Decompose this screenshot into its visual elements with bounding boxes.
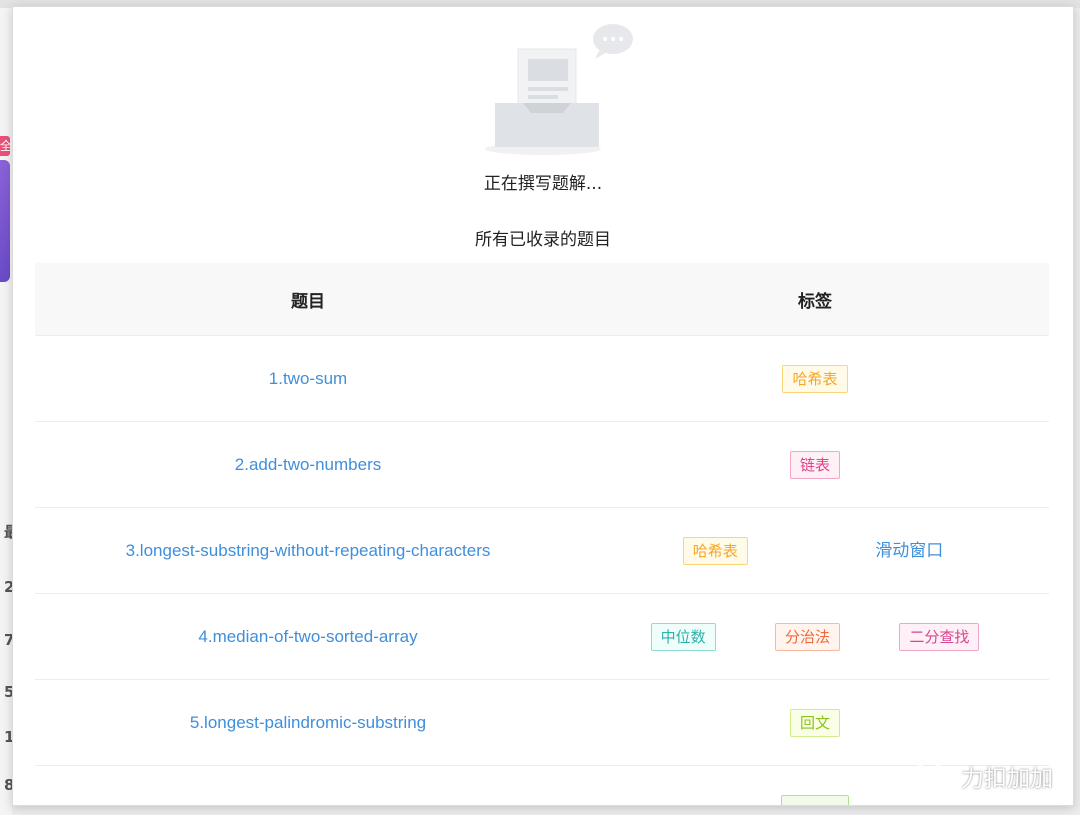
tag[interactable]: 哈希表	[782, 364, 848, 393]
problem-cell: 2.add-two-numbers	[35, 422, 581, 507]
problem-link[interactable]: 2.add-two-numbers	[235, 455, 381, 475]
table-header: 题目 标签	[35, 263, 1049, 336]
problem-cell: 1.two-sum	[35, 336, 581, 421]
background-banner	[0, 160, 10, 282]
status-message: 正在撰写题解...	[483, 174, 603, 194]
extension-popup: 正在撰写题解... 所有已收录的题目 题目 标签 1.two-sum 哈希表 2.a…	[12, 6, 1074, 806]
tags-cell: 哈希表	[581, 336, 1049, 421]
column-header-tags: 标签	[798, 291, 832, 312]
table-row: 1.two-sum 哈希表	[35, 336, 1049, 422]
section-title: 所有已收录的题目	[475, 230, 611, 250]
problem-link[interactable]: 4.median-of-two-sorted-array	[198, 627, 417, 647]
tag[interactable]	[781, 794, 849, 805]
problem-cell: 5.longest-palindromic-substring	[35, 680, 581, 765]
tag[interactable]: 回文	[789, 708, 840, 737]
problem-cell: 4.median-of-two-sorted-array	[35, 594, 581, 679]
tag[interactable]: 分治法	[774, 622, 840, 651]
wechat-icon	[913, 761, 954, 790]
tag[interactable]: 链表	[789, 450, 840, 479]
problem-link[interactable]: 3.longest-substring-without-repeating-ch…	[126, 541, 491, 561]
empty-inbox-illustration	[485, 24, 633, 155]
problem-cell: 3.longest-substring-without-repeating-ch…	[35, 508, 581, 593]
table-row: 2.add-two-numbers 链表	[35, 422, 1049, 508]
table-row: 3.longest-substring-without-repeating-ch…	[35, 508, 1049, 594]
tags-cell: 链表	[581, 422, 1049, 507]
problem-link[interactable]: 5.longest-palindromic-substring	[190, 713, 426, 733]
table-row: 4.median-of-two-sorted-array 中位数 分治法 二分查找	[35, 594, 1049, 680]
tag[interactable]: 中位数	[650, 622, 716, 651]
tags-cell: 中位数 分治法 二分查找	[581, 594, 1049, 679]
problems-table: 题目 标签 1.two-sum 哈希表 2.add-two-numbers 链表 3.l…	[35, 263, 1049, 805]
table-row	[35, 766, 1049, 805]
watermark-text: 力扣加加	[961, 766, 1053, 792]
problem-link[interactable]: 1.two-sum	[269, 369, 347, 389]
background-page: 最 2 7 5 1 8	[0, 8, 19, 815]
tag[interactable]: 哈希表	[682, 536, 748, 565]
column-header-problem: 题目	[291, 291, 325, 312]
tags-cell: 回文	[581, 680, 1049, 765]
tags-cell: 哈希表 滑动窗口	[581, 508, 1049, 593]
watermark: 力扣加加	[913, 759, 1053, 793]
table-body: 1.two-sum 哈希表 2.add-two-numbers 链表 3.longest…	[35, 336, 1049, 805]
problem-cell	[35, 766, 581, 805]
table-row: 5.longest-palindromic-substring 回文	[35, 680, 1049, 766]
tag[interactable]: 滑动窗口	[871, 538, 947, 564]
background-badge: 全	[0, 136, 10, 156]
tag[interactable]: 二分查找	[899, 622, 980, 651]
